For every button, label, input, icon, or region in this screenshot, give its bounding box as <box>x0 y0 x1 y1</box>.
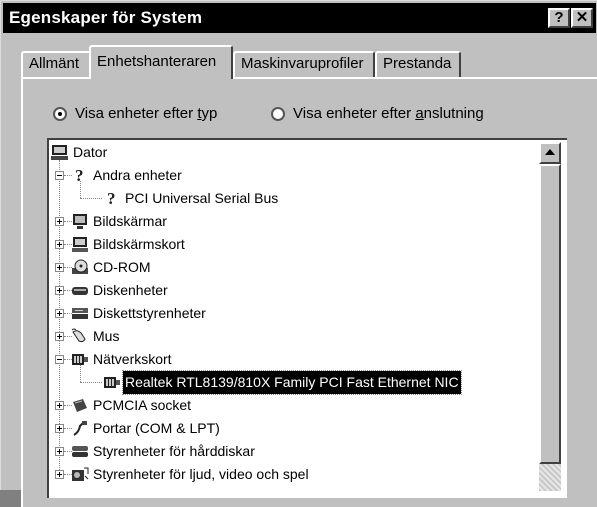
radio-label-by-connection-text: Visa enheter efter <box>293 105 416 122</box>
tab-performance[interactable]: Prestanda <box>375 51 461 77</box>
monitor-icon <box>71 213 89 230</box>
radio-button-checked-icon[interactable] <box>53 106 67 121</box>
tree-item-category[interactable]: Diskenheter <box>49 279 529 302</box>
tree-item-category[interactable]: ? Andra enheter <box>49 164 529 187</box>
radio-label-by-connection: Visa enheter efter anslutning <box>293 105 484 122</box>
radio-label-by-connection-accel: a <box>415 105 424 122</box>
close-button[interactable]: ✕ <box>571 8 593 28</box>
mouse-icon <box>71 328 89 345</box>
tree-item-category[interactable]: Bildskärmar <box>49 210 529 233</box>
tree-item-label: Bildskärmskort <box>93 236 185 252</box>
radio-label-by-type: Visa enheter efter typ <box>75 105 217 122</box>
hdd-controller-icon <box>71 443 89 460</box>
floppy-controller-icon <box>71 305 89 322</box>
tree-item-label: Dator <box>73 144 108 160</box>
tree-item-label: CD-ROM <box>93 259 151 275</box>
system-properties-window: Egenskaper för System ? ✕ Allmänt Enhets… <box>0 0 597 507</box>
pcmcia-icon <box>71 397 89 414</box>
tree-item-category[interactable]: PCMCIA socket <box>49 394 529 417</box>
sound-icon <box>71 466 89 483</box>
radio-label-by-type-rest: yp <box>201 105 218 122</box>
tab-general[interactable]: Allmänt <box>21 51 91 77</box>
tree-item-label: PCMCIA socket <box>93 397 192 413</box>
tree-item-label: Styrenheter för ljud, video och spel <box>93 466 309 482</box>
tree-item-category[interactable]: Styrenheter för ljud, video och spel <box>49 463 529 486</box>
tree-item-category[interactable]: Diskettstyrenheter <box>49 302 529 325</box>
radio-view-by-type[interactable]: Visa enheter efter typ <box>53 105 217 122</box>
scroll-up-arrow-icon[interactable] <box>539 142 561 164</box>
tree-item-category[interactable]: Portar (COM & LPT) <box>49 417 529 440</box>
tab-device-manager[interactable]: Enhetshanteraren <box>89 45 233 79</box>
display-adapter-icon <box>71 236 89 253</box>
device-tree-listbox[interactable]: Dator ? Andra enheter? PCI Universal Serial… <box>47 138 567 498</box>
tree-item-label: Mus <box>93 328 120 344</box>
tree-item-category[interactable]: Mus <box>49 325 529 348</box>
tree-item-category[interactable]: Bildskärmskort <box>49 233 529 256</box>
network-card-icon <box>103 374 121 391</box>
tree-item-label: Styrenheter för hårddiskar <box>93 443 255 459</box>
tree-item-category[interactable]: Styrenheter för hårddiskar <box>49 440 529 463</box>
tree-item-device-selected[interactable]: Realtek RTL8139/810X Family PCI Fast Eth… <box>49 370 529 395</box>
tree-item-label: PCI Universal Serial Bus <box>125 190 279 206</box>
device-tree: Dator ? Andra enheter? PCI Universal Serial… <box>49 140 539 490</box>
tree-item-device[interactable]: ? PCI Universal Serial Bus <box>49 187 529 210</box>
window-title: Egenskaper för System <box>9 8 203 27</box>
tab-hardware-profiles[interactable]: Maskinvaruprofiler <box>233 51 375 77</box>
tree-item-label: Andra enheter <box>93 167 182 183</box>
radio-view-by-connection[interactable]: Visa enheter efter anslutning <box>271 105 484 122</box>
help-button[interactable]: ? <box>548 8 570 28</box>
tree-item-label: Diskenheter <box>93 282 168 298</box>
tree-item-label: Diskettstyrenheter <box>93 305 206 321</box>
disk-drive-icon <box>71 282 89 299</box>
svg-text:?: ? <box>107 190 116 207</box>
scroll-thumb[interactable] <box>539 164 561 464</box>
radio-button-icon[interactable] <box>271 106 285 121</box>
tree-item-label: Bildskärmar <box>93 213 167 229</box>
tree-item-label: Realtek RTL8139/810X Family PCI Fast Eth… <box>122 370 462 395</box>
cdrom-icon <box>71 259 89 276</box>
question-icon: ? <box>103 189 121 208</box>
tree-root-computer[interactable]: Dator <box>49 141 529 164</box>
tree-item-category[interactable]: Nätverkskort <box>49 348 529 371</box>
tree-item-label: Nätverkskort <box>93 351 172 367</box>
computer-icon <box>51 144 69 161</box>
tree-item-label: Portar (COM & LPT) <box>93 420 220 436</box>
tree-item-category[interactable]: CD-ROM <box>49 256 529 279</box>
vertical-scrollbar[interactable] <box>539 142 561 491</box>
radio-label-by-connection-rest: nslutning <box>423 105 484 122</box>
port-icon <box>71 420 89 437</box>
radio-label-by-type-text: Visa enheter efter <box>75 105 198 122</box>
title-bar[interactable]: Egenskaper för System ? ✕ <box>3 3 596 33</box>
